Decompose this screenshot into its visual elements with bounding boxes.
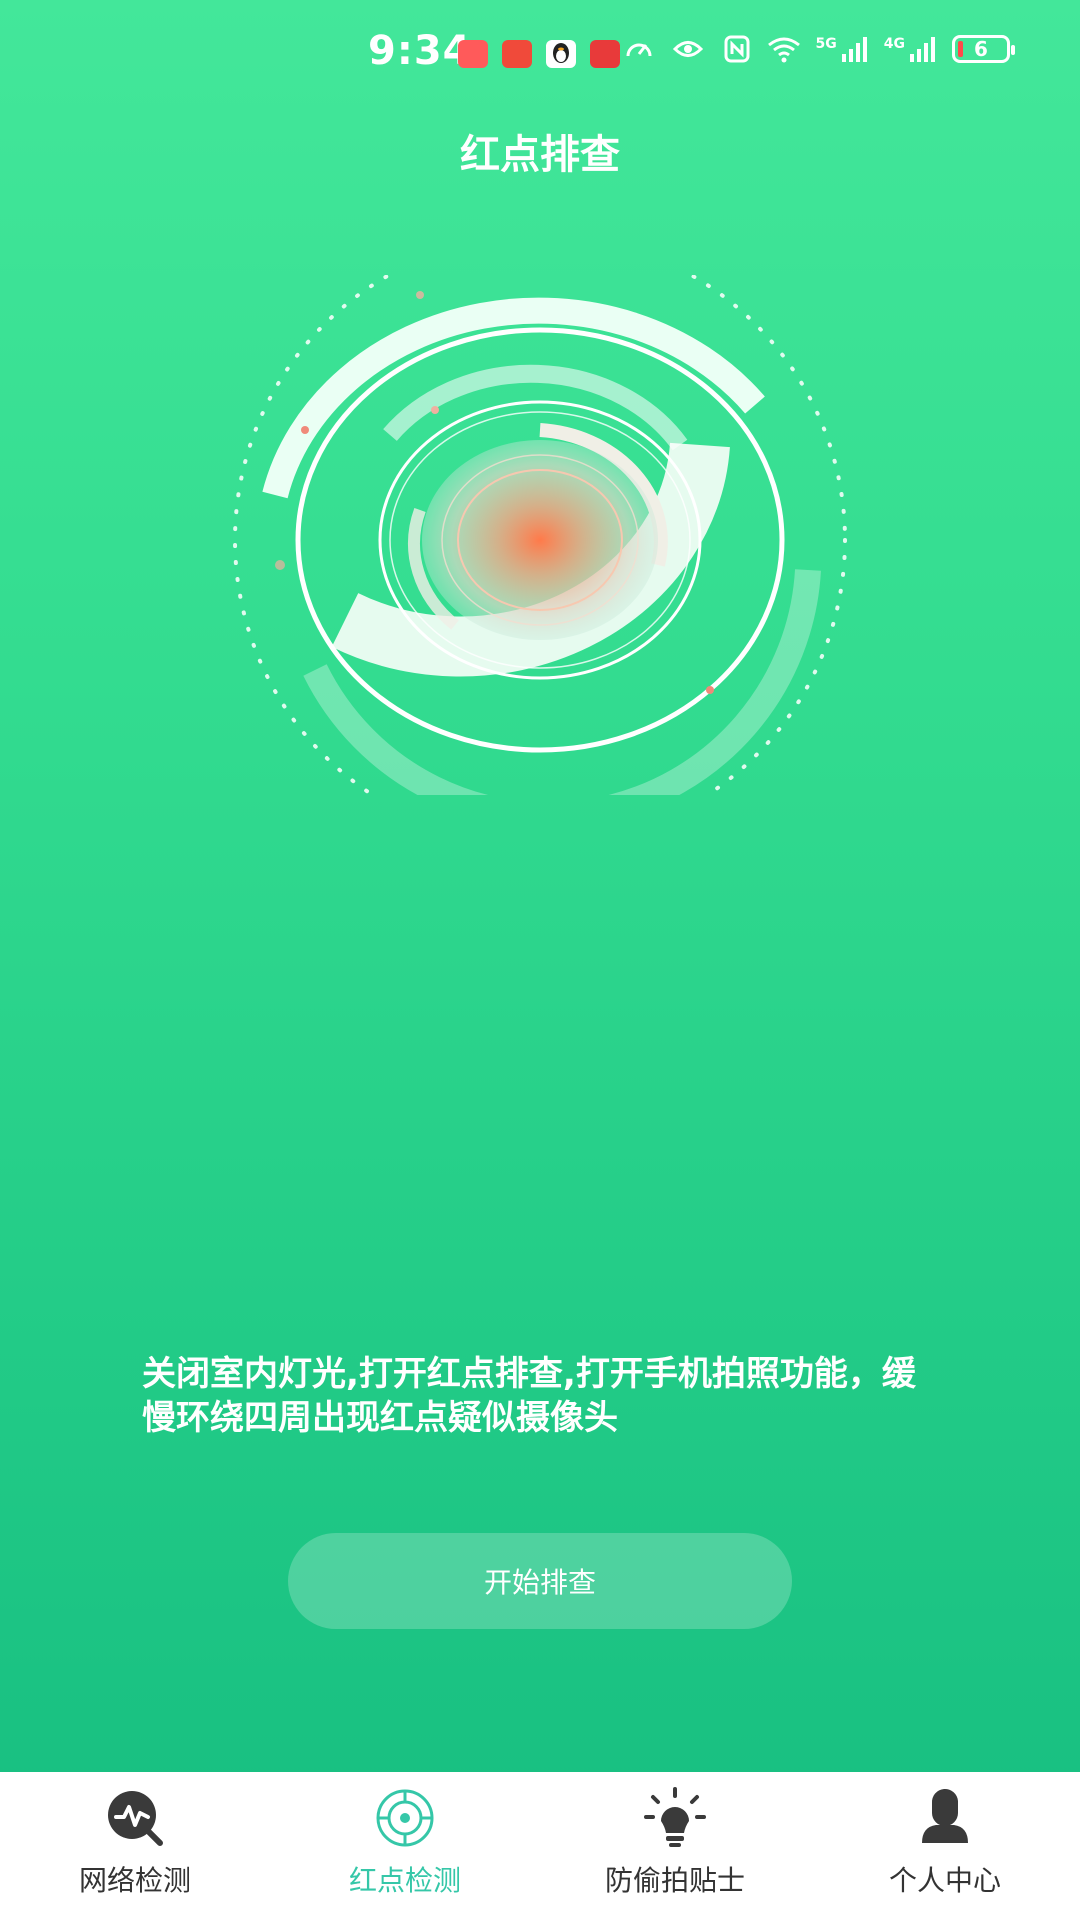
person-icon [922, 1788, 968, 1843]
instruction-text: 关闭室内灯光,打开红点排查,打开手机拍照功能，缓慢环绕四周出现红点疑似摄像头 [142, 1354, 916, 1438]
tab-red-dot-check[interactable]: 红点检测 [270, 1772, 540, 1920]
status-time: 9:34 [368, 28, 472, 74]
bottom-nav: 网络检测 红点检测 防偷拍贴士 个人中心 [0, 1772, 1080, 1920]
signal-bars-icon [841, 37, 867, 62]
qq-icon [546, 40, 576, 68]
signal-4g-label: 4G [883, 36, 905, 52]
signal-4g: 4G [884, 36, 938, 62]
app-notification-icon [458, 40, 488, 68]
battery-level-fill [958, 41, 963, 57]
eye-icon [672, 41, 703, 57]
network-check-icon [108, 1791, 163, 1846]
status-bar: 9:34 5G 4G 6 [0, 0, 1080, 110]
video-app-icon [590, 40, 620, 68]
tab-label: 红点检测 [348, 1864, 461, 1897]
tab-label: 个人中心 [888, 1864, 1001, 1897]
tab-label: 网络检测 [78, 1864, 191, 1897]
battery-level: 6 [974, 37, 988, 61]
wifi-icon [767, 37, 800, 63]
tab-profile[interactable]: 个人中心 [810, 1772, 1080, 1920]
nfc-icon [724, 35, 750, 63]
tab-network-check[interactable]: 网络检测 [0, 1772, 270, 1920]
red-dot-target-icon [376, 1789, 434, 1847]
red-envelope-icon [502, 40, 532, 68]
tab-anti-spy-tips[interactable]: 防偷拍贴士 [540, 1772, 810, 1920]
tab-label: 防偷拍贴士 [604, 1864, 745, 1897]
signal-5g-label: 5G [815, 36, 837, 52]
battery-icon: 6 [952, 35, 1015, 63]
signal-5g: 5G [816, 36, 870, 62]
red-dot-screen: 9:34 5G 4G 6 红点排查 关闭室内灯光,打开红点排查,打开手机拍照功能… [0, 0, 1080, 1920]
page-title: 红点排查 [460, 132, 620, 178]
lightbulb-icon [644, 1787, 706, 1847]
start-scan-button[interactable]: 开始排查 [288, 1533, 792, 1629]
system-icons: 5G 4G 6 [624, 34, 1015, 64]
radar-graphic [233, 275, 847, 795]
speed-icon [626, 43, 652, 57]
signal-bars-icon [910, 37, 935, 62]
